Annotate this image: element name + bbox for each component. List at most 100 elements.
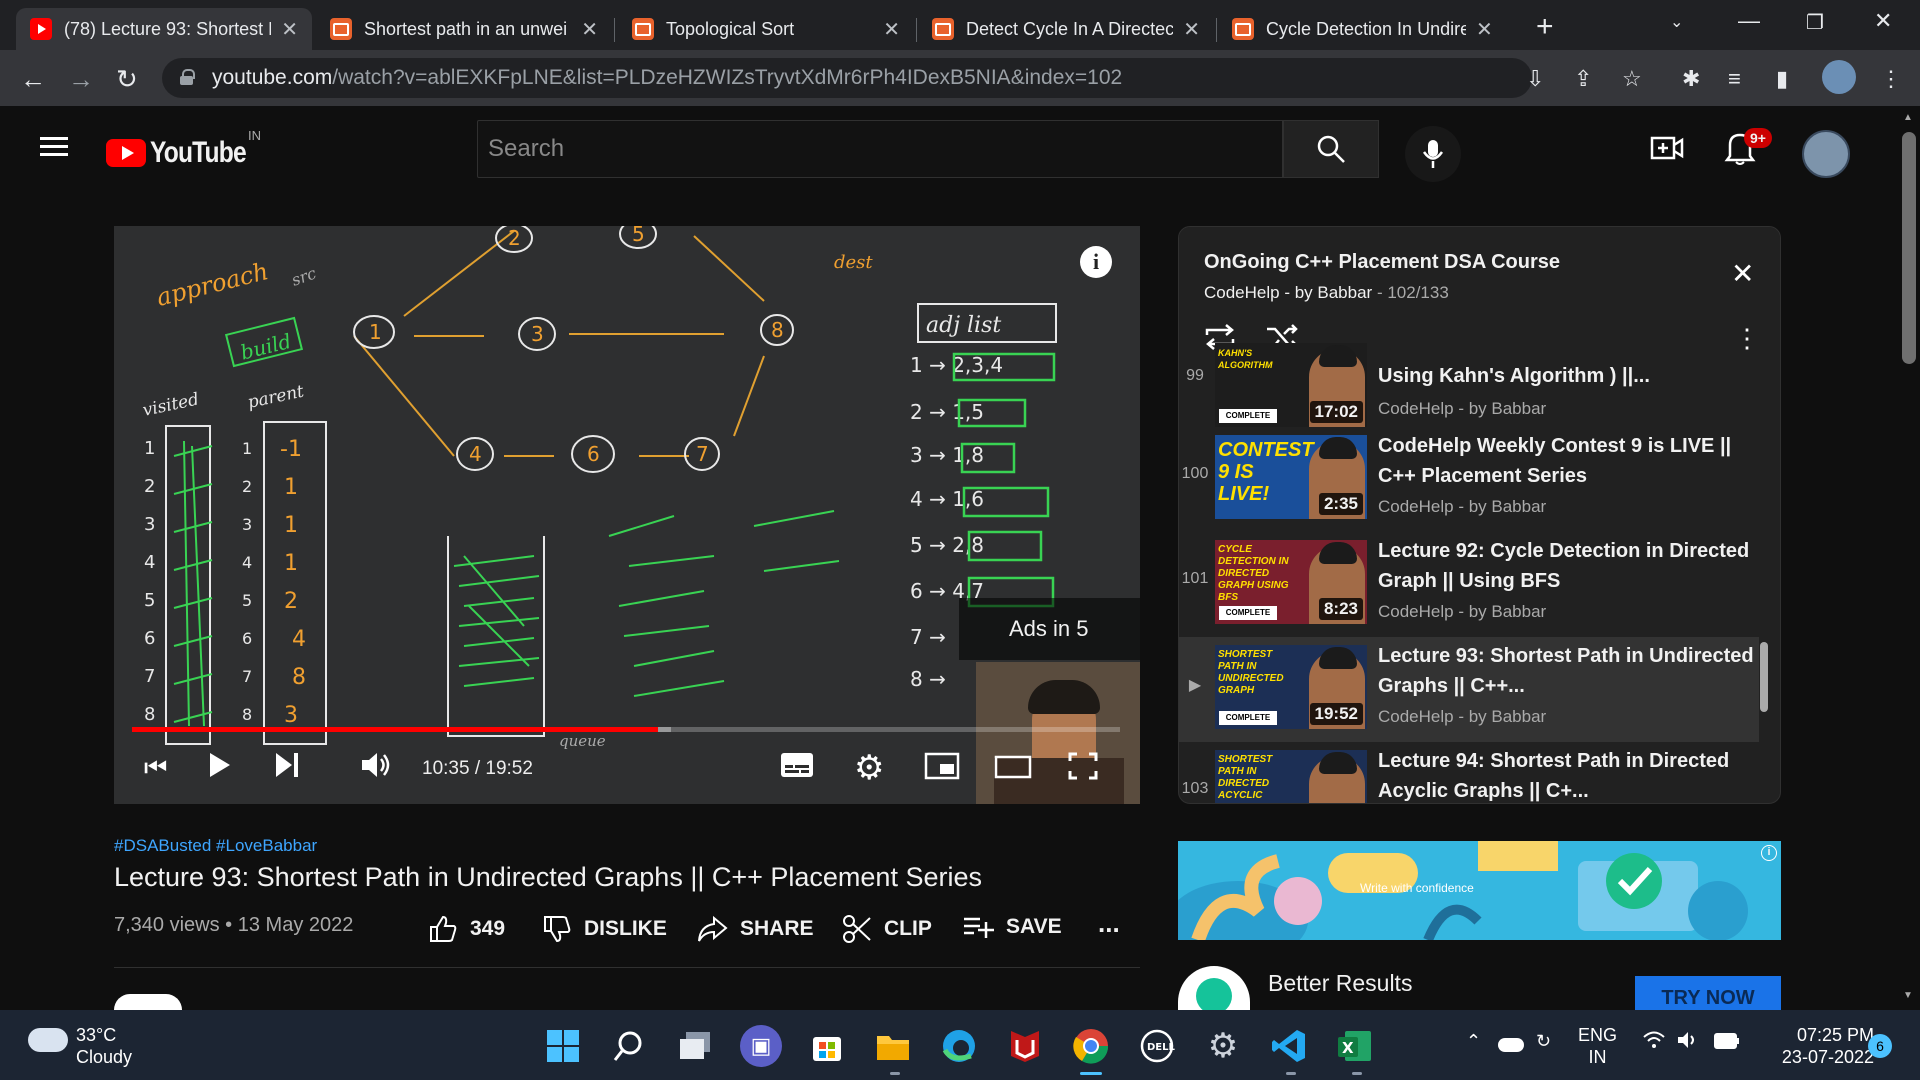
playlist-more-icon[interactable]: ⋮ xyxy=(1734,323,1760,354)
mcafee-icon[interactable] xyxy=(1004,1025,1046,1067)
playlist-item[interactable]: 99 KAHN'S ALGORITHM COMPLETE 17:02 Using… xyxy=(1179,343,1759,427)
tab-2[interactable]: Shortest path in an unwei ✕ xyxy=(316,8,612,50)
channel-avatar[interactable] xyxy=(114,994,182,1010)
tab-5[interactable]: Cycle Detection In Undire ✕ xyxy=(1218,8,1514,50)
miniplayer-button[interactable] xyxy=(924,752,960,787)
teams-chat-icon[interactable]: ▣ xyxy=(740,1025,782,1067)
file-explorer-icon[interactable] xyxy=(872,1025,914,1067)
playlist-item-index: 103 xyxy=(1181,780,1209,797)
task-view-icon[interactable] xyxy=(674,1025,716,1067)
battery-icon[interactable] xyxy=(1714,1032,1740,1054)
theater-mode-button[interactable] xyxy=(994,754,1032,786)
tab-4[interactable]: Detect Cycle In A Directec ✕ xyxy=(918,8,1214,50)
playlist-item-current[interactable]: ▶ SHORTEST PATH IN UNDIRECTED GRAPH COMP… xyxy=(1179,637,1759,742)
video-info-button[interactable]: i xyxy=(1080,246,1112,278)
clip-button[interactable]: CLIP xyxy=(842,914,932,944)
ad-title[interactable]: Better Results xyxy=(1268,970,1412,997)
playlist-channel[interactable]: CodeHelp - by Babbar xyxy=(1204,283,1372,302)
close-window-button[interactable]: ✕ xyxy=(1874,8,1892,34)
fullscreen-button[interactable] xyxy=(1068,752,1098,787)
playlist-scrollbar[interactable] xyxy=(1760,642,1768,712)
youtube-logo[interactable]: YouTube IN xyxy=(106,128,267,170)
side-panel-icon[interactable]: ▮ xyxy=(1776,66,1788,92)
search-button[interactable] xyxy=(1283,120,1379,178)
play-button[interactable] xyxy=(206,750,232,787)
speaker-icon[interactable] xyxy=(1676,1030,1700,1055)
video-player[interactable]: 1 2 3 8 4 6 7 5 approach src dest build … xyxy=(114,226,1140,804)
tab-search-icon[interactable]: ⌄ xyxy=(1670,12,1683,32)
subtitles-button[interactable] xyxy=(780,752,814,785)
reload-icon[interactable]: ↻ xyxy=(116,64,138,95)
chrome-icon[interactable] xyxy=(1070,1025,1112,1067)
app-running-indicator xyxy=(1352,1072,1362,1075)
scroll-up-icon[interactable]: ▲ xyxy=(1903,112,1913,123)
page-scrollbar[interactable]: ▲ ▼ xyxy=(1897,106,1920,1010)
extensions-icon[interactable]: ✱ xyxy=(1682,66,1700,92)
new-tab-button[interactable]: + xyxy=(1536,10,1554,44)
tab-close-icon[interactable]: ✕ xyxy=(281,17,298,42)
tab-1[interactable]: (78) Lecture 93: Shortest P ✕ xyxy=(16,8,312,50)
volume-button[interactable] xyxy=(360,750,394,787)
forward-icon[interactable]: → xyxy=(68,64,94,95)
playlist-item[interactable]: 100 CONTEST 9 IS LIVE! 2:35 CodeHelp Wee… xyxy=(1179,427,1759,532)
share-button[interactable]: SHARE xyxy=(696,914,814,944)
tab-close-icon[interactable]: ✕ xyxy=(883,17,900,42)
address-bar[interactable]: youtube.com /watch?v=ablEXKFpLNE&list=PL… xyxy=(162,58,1532,98)
wifi-icon[interactable] xyxy=(1642,1030,1666,1055)
hamburger-menu-icon[interactable] xyxy=(40,132,68,161)
create-video-icon[interactable] xyxy=(1650,134,1684,167)
dislike-button[interactable]: DISLIKE xyxy=(542,914,667,944)
player-controls: ⏮ 10:35 / 19:52 ⚙ xyxy=(114,736,1140,796)
hashtags[interactable]: #DSABusted #LoveBabbar xyxy=(114,836,317,856)
playlist-item[interactable]: 103 SHORTEST PATH IN DIRECTED ACYCLIC GR… xyxy=(1179,742,1759,803)
media-control-icon[interactable]: ≡ xyxy=(1728,66,1741,92)
microsoft-store-icon[interactable] xyxy=(806,1025,848,1067)
weather-widget[interactable]: 33°C Cloudy xyxy=(76,1024,132,1068)
scroll-down-icon[interactable]: ▼ xyxy=(1903,990,1913,1001)
edge-browser-icon[interactable] xyxy=(938,1025,980,1067)
clock[interactable]: 07:25 PM 23-07-2022 xyxy=(1760,1024,1874,1068)
vscode-icon[interactable] xyxy=(1268,1025,1310,1067)
dell-icon[interactable]: DELL xyxy=(1136,1025,1178,1067)
browser-menu-icon[interactable]: ⋮ xyxy=(1880,66,1902,92)
account-avatar[interactable] xyxy=(1802,130,1850,178)
try-now-button[interactable]: TRY NOW xyxy=(1635,976,1781,1012)
next-button[interactable] xyxy=(272,750,302,787)
sync-icon[interactable]: ↻ xyxy=(1536,1030,1551,1052)
ad-banner[interactable]: Write with confidence i xyxy=(1178,841,1781,940)
tab-3[interactable]: Topological Sort ✕ xyxy=(618,8,914,50)
voice-search-button[interactable] xyxy=(1405,126,1461,182)
search-taskbar-icon[interactable] xyxy=(608,1025,650,1067)
volume-icon xyxy=(362,753,390,777)
onedrive-icon[interactable] xyxy=(1498,1038,1524,1052)
language-indicator[interactable]: ENG IN xyxy=(1578,1024,1617,1068)
show-hidden-icons[interactable]: ⌃ xyxy=(1466,1030,1481,1052)
settings-gear-icon[interactable]: ⚙ xyxy=(854,748,884,788)
playlist-title[interactable]: OnGoing C++ Placement DSA Course xyxy=(1204,251,1560,274)
ad-info-icon[interactable]: i xyxy=(1761,845,1777,861)
start-menu-icon[interactable] xyxy=(542,1025,584,1067)
scrollbar-thumb[interactable] xyxy=(1902,132,1916,364)
settings-taskbar-icon[interactable]: ⚙ xyxy=(1202,1025,1244,1067)
like-button[interactable]: 349 xyxy=(428,914,505,944)
tab-close-icon[interactable]: ✕ xyxy=(581,17,598,42)
profile-avatar[interactable] xyxy=(1822,60,1856,94)
restore-button[interactable]: ❐ xyxy=(1806,10,1824,35)
search-input[interactable]: Search xyxy=(477,120,1283,178)
close-playlist-icon[interactable]: ✕ xyxy=(1731,257,1754,290)
duration-badge: 17:02 xyxy=(1309,401,1363,423)
share-page-icon[interactable]: ⇪ xyxy=(1574,66,1592,92)
excel-icon[interactable]: X xyxy=(1334,1025,1376,1067)
tab-close-icon[interactable]: ✕ xyxy=(1183,17,1200,42)
minimize-button[interactable]: — xyxy=(1738,8,1760,34)
bookmark-star-icon[interactable]: ☆ xyxy=(1622,66,1642,92)
back-icon[interactable]: ← xyxy=(20,64,46,95)
playlist-item[interactable]: 101 CYCLE DETECTION IN DIRECTED GRAPH US… xyxy=(1179,532,1759,637)
progress-bar[interactable] xyxy=(132,727,1120,732)
notification-count-badge[interactable]: 6 xyxy=(1868,1034,1892,1058)
save-button[interactable]: SAVE xyxy=(962,914,1062,940)
previous-icon[interactable]: ⏮ xyxy=(144,752,167,784)
more-actions-button[interactable]: ... xyxy=(1098,908,1120,939)
tab-close-icon[interactable]: ✕ xyxy=(1476,17,1493,42)
install-app-icon[interactable]: ⇩ xyxy=(1526,66,1544,92)
